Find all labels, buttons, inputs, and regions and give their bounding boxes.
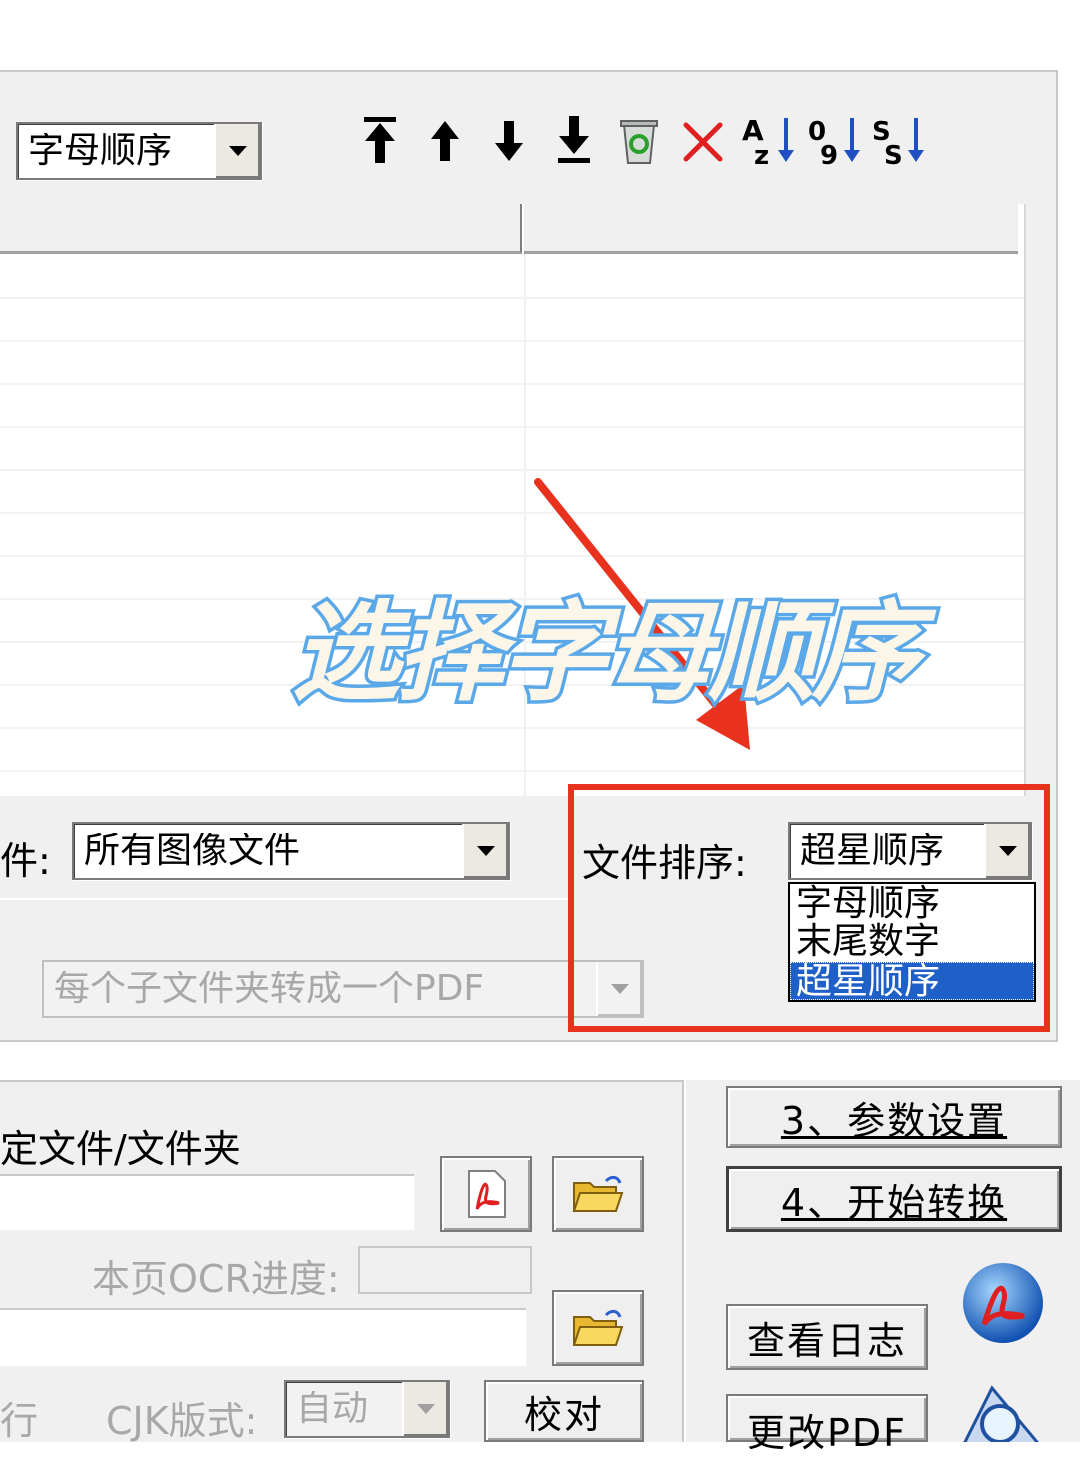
move-to-bottom-icon[interactable]	[550, 112, 598, 168]
list-rows	[0, 256, 1024, 815]
list-column-header-1[interactable]	[0, 204, 522, 254]
folder-open-icon	[572, 1309, 624, 1346]
list-item[interactable]	[0, 729, 1024, 772]
move-down-icon[interactable]	[488, 112, 530, 168]
view-log-button[interactable]: 查看日志	[726, 1304, 928, 1370]
list-column-header-2[interactable]	[524, 204, 1018, 254]
chevron-down-icon[interactable]	[214, 124, 260, 178]
list-item[interactable]	[0, 342, 1024, 385]
list-item[interactable]	[0, 514, 1024, 557]
list-item[interactable]	[0, 299, 1024, 342]
divider	[0, 898, 570, 900]
sort-ss-icon[interactable]: S S	[870, 112, 926, 168]
open-folder-button[interactable]	[552, 1156, 644, 1232]
proofread-button[interactable]: 校对	[484, 1380, 644, 1442]
move-up-icon[interactable]	[424, 112, 466, 168]
acrobat-globe-icon[interactable]	[958, 1258, 1048, 1348]
file-type-combo[interactable]: 所有图像文件	[72, 822, 510, 880]
sort-combo-value: 字母顺序	[28, 133, 173, 169]
output-path-input[interactable]	[0, 1308, 526, 1366]
cjk-value: 自动	[296, 1391, 369, 1427]
open-output-folder-button[interactable]	[552, 1290, 644, 1366]
params-button[interactable]: 3、参数设置	[726, 1086, 1062, 1148]
source-path-input[interactable]	[0, 1174, 414, 1230]
select-pdf-button[interactable]	[440, 1156, 532, 1232]
chevron-down-icon[interactable]	[402, 1382, 448, 1436]
list-item[interactable]	[0, 471, 1024, 514]
ocr-progress-label: 本页OCR进度:	[92, 1257, 340, 1301]
sort-az-icon[interactable]: A z	[740, 112, 796, 168]
sort-combo[interactable]: 字母顺序	[16, 122, 262, 180]
list-item[interactable]	[0, 428, 1024, 471]
annotation-caption: 选择字母顺序	[288, 588, 923, 720]
modify-pdf-button[interactable]: 更改PDF	[726, 1394, 928, 1455]
pdf-icon	[468, 1170, 506, 1218]
delete-icon[interactable]	[680, 118, 726, 166]
svg-text:9: 9	[820, 141, 838, 168]
subfolder-mode-value: 每个子文件夹转成一个PDF	[54, 971, 485, 1007]
ocr-progress-bar	[358, 1246, 532, 1294]
magnifier-icon[interactable]	[952, 1378, 1048, 1442]
list-item[interactable]	[0, 256, 1024, 299]
cjk-label: CJK版式:	[106, 1399, 258, 1443]
svg-text:z: z	[754, 141, 769, 168]
list-item[interactable]	[0, 385, 1024, 428]
folder-open-icon	[572, 1175, 624, 1212]
move-to-top-icon[interactable]	[356, 112, 404, 168]
sort-numeric-icon[interactable]: 0 9	[806, 112, 862, 168]
svg-text:S: S	[884, 141, 903, 168]
choose-files-label: 定文件/文件夹	[0, 1127, 241, 1171]
highlight-box	[568, 784, 1050, 1032]
cjk-combo[interactable]: 自动	[284, 1380, 450, 1438]
row-label: 行	[0, 1399, 39, 1443]
chevron-down-icon[interactable]	[462, 824, 508, 878]
file-type-label: 件:	[0, 839, 51, 883]
start-convert-button[interactable]: 4、开始转换	[726, 1166, 1062, 1232]
subfolder-mode-combo[interactable]: 每个子文件夹转成一个PDF	[42, 960, 644, 1018]
recycle-bin-icon[interactable]	[614, 114, 664, 168]
file-type-value: 所有图像文件	[84, 833, 301, 869]
